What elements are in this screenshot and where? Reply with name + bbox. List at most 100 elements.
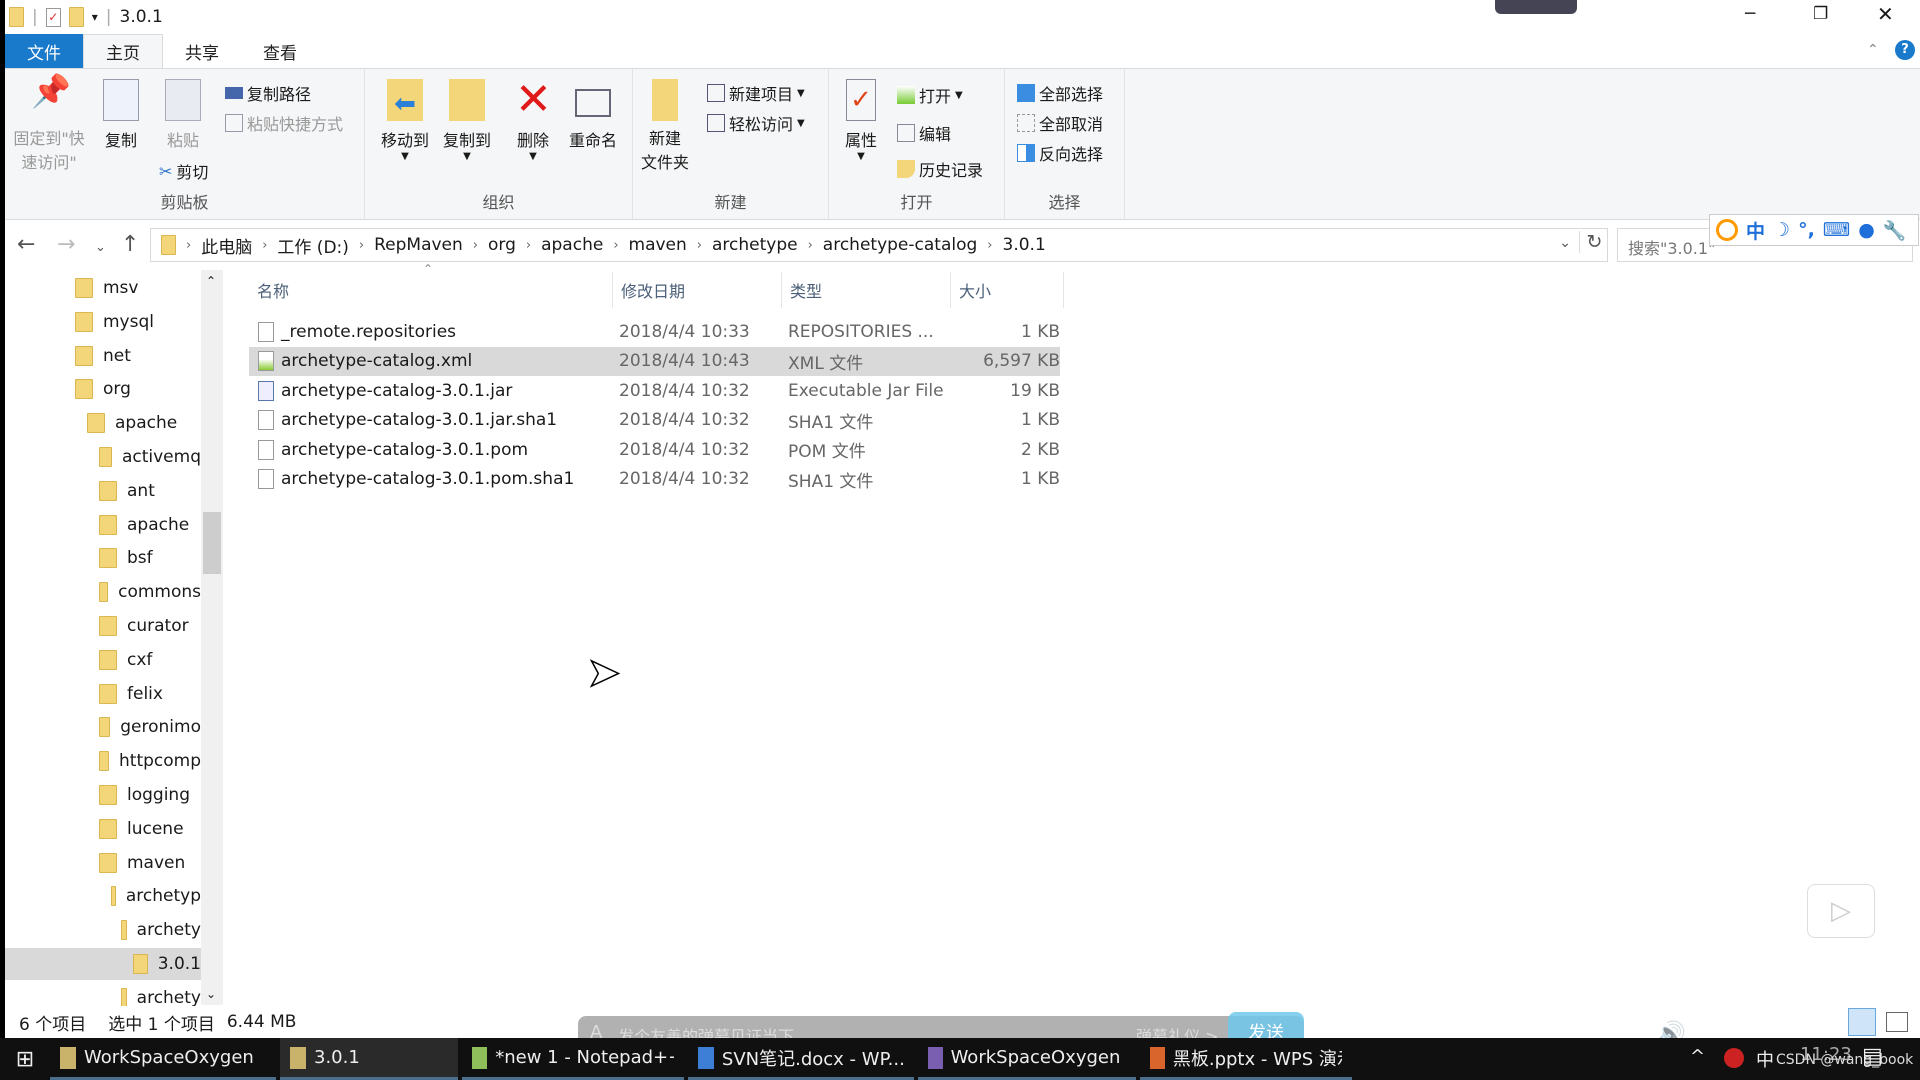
new-item-button[interactable]: 新建项目 ▼ <box>707 81 805 105</box>
keyboard-icon[interactable]: ⌨ <box>1823 219 1850 241</box>
tab-file[interactable]: 文件 <box>5 34 83 68</box>
punctuation-icon[interactable]: °, <box>1798 219 1815 241</box>
select-none-button[interactable]: 全部取消 <box>1017 111 1103 135</box>
copy-button[interactable]: 复制 <box>93 79 149 151</box>
tree-item[interactable]: archetyp <box>5 880 201 912</box>
breadcrumb-separator[interactable]: › <box>613 238 618 253</box>
collapse-ribbon-icon[interactable]: ⌃ <box>1867 42 1879 58</box>
taskbar-item[interactable]: SVN笔记.docx - WP... <box>688 1038 914 1080</box>
new-folder-quick-icon[interactable] <box>68 7 84 27</box>
scrollbar-thumb[interactable] <box>203 512 221 574</box>
close-button[interactable]: ✕ <box>1877 2 1894 26</box>
address-dropdown-icon[interactable]: ⌄ <box>1559 235 1571 251</box>
tree-item[interactable]: httpcomp <box>5 745 201 777</box>
tree-item[interactable]: mysql <box>5 306 201 338</box>
taskbar-item[interactable]: WorkSpaceOxygen <box>50 1038 276 1080</box>
tab-share[interactable]: 共享 <box>163 34 241 68</box>
breadcrumb-item[interactable]: archetype-catalog <box>823 235 978 255</box>
column-header-date[interactable]: 修改日期 <box>613 272 782 308</box>
tree-item[interactable]: msv <box>5 272 201 304</box>
tab-view[interactable]: 查看 <box>241 34 319 68</box>
open-button[interactable]: 打开 ▼ <box>897 83 963 107</box>
scroll-up-icon[interactable]: ⌃ <box>206 274 216 288</box>
breadcrumb-item[interactable]: org <box>488 235 516 255</box>
easy-access-button[interactable]: 轻松访问 ▼ <box>707 111 805 135</box>
tray-ime[interactable]: 中 <box>1756 1046 1774 1072</box>
file-row[interactable]: archetype-catalog-3.0.1.pom 2018/4/4 10:3… <box>249 435 1060 464</box>
notification-icon[interactable]: ▤ <box>1862 1044 1883 1069</box>
tree-item[interactable]: commons <box>5 576 201 608</box>
properties-button[interactable]: ✓ 属性 ▼ <box>833 79 889 162</box>
tree-item[interactable]: bsf <box>5 542 201 574</box>
video-play-button[interactable]: ▷ <box>1807 884 1875 938</box>
breadcrumb-separator[interactable]: › <box>526 238 531 253</box>
refresh-icon[interactable]: ↻ <box>1579 231 1609 253</box>
tree-item[interactable]: 3.0.1 <box>5 948 201 980</box>
tree-item[interactable]: activemq <box>5 441 201 473</box>
up-button[interactable]: ↑ <box>121 232 139 257</box>
breadcrumb-separator[interactable]: › <box>808 238 813 253</box>
new-folder-button[interactable]: 新建 文件夹 <box>637 79 693 175</box>
edit-button[interactable]: 编辑 <box>897 121 951 145</box>
tree-item[interactable]: org <box>5 373 201 405</box>
breadcrumb-item[interactable]: apache <box>541 235 603 255</box>
breadcrumb-separator[interactable]: › <box>262 238 267 253</box>
pin-quick-access-button[interactable]: 📌 固定到"快 速访问" <box>9 75 89 175</box>
customize-quick-access-icon[interactable]: ▾ <box>92 10 98 24</box>
ime-toolbar[interactable]: 中 ☽ °, ⌨ ● 🔧 <box>1709 214 1919 246</box>
breadcrumb-item[interactable]: archetype <box>712 235 798 255</box>
move-to-button[interactable]: ⬅ 移动到 ▼ <box>377 79 433 162</box>
taskbar-item[interactable]: 3.0.1 <box>280 1038 458 1080</box>
breadcrumb-separator[interactable]: › <box>987 238 992 253</box>
tree-item[interactable]: lucene <box>5 813 201 845</box>
tree-item[interactable]: curator <box>5 610 201 642</box>
breadcrumb-item[interactable]: RepMaven <box>374 235 463 255</box>
minimize-button[interactable]: ─ <box>1745 4 1755 24</box>
breadcrumb-item[interactable]: 3.0.1 <box>1003 235 1046 255</box>
cut-button[interactable]: ✂ 剪切 <box>159 159 208 183</box>
taskbar-item[interactable]: WorkSpaceOxygen ... <box>918 1038 1136 1080</box>
file-row[interactable]: archetype-catalog-3.0.1.pom.sha1 2018/4/4… <box>249 465 1060 494</box>
taskbar-item[interactable]: 黑板.pptx - WPS 演示 <box>1140 1038 1352 1080</box>
column-header-type[interactable]: 类型 <box>782 272 951 308</box>
file-row[interactable]: archetype-catalog-3.0.1.jar 2018/4/4 10:3… <box>249 376 1060 405</box>
help-icon[interactable]: ? <box>1895 40 1915 60</box>
scroll-down-icon[interactable]: ⌄ <box>206 987 216 1001</box>
tree-item[interactable]: geronimo <box>5 711 201 743</box>
ime-mode[interactable]: 中 <box>1746 217 1765 244</box>
tree-item[interactable]: ant <box>5 475 201 507</box>
breadcrumb-item[interactable]: 此电脑 <box>201 233 252 258</box>
recent-locations-button[interactable]: ⌄ <box>95 240 106 255</box>
column-header-name[interactable]: 名称 <box>249 272 613 308</box>
properties-quick-icon[interactable]: ✓ <box>45 7 61 27</box>
tree-item[interactable]: apache <box>5 509 201 541</box>
forward-button[interactable]: → <box>57 232 75 257</box>
tree-item[interactable]: apache <box>5 407 201 439</box>
paste-shortcut-button[interactable]: 粘贴快捷方式 <box>225 111 343 135</box>
breadcrumb-separator[interactable]: › <box>359 238 364 253</box>
user-icon[interactable]: ● <box>1858 219 1875 241</box>
tree-item[interactable]: net <box>5 340 201 372</box>
taskbar-item[interactable]: *new 1 - Notepad++ <box>462 1038 684 1080</box>
copy-path-button[interactable]: 复制路径 <box>225 81 311 105</box>
paste-button[interactable]: 粘贴 <box>155 79 211 151</box>
select-all-button[interactable]: 全部选择 <box>1017 81 1103 105</box>
tree-item[interactable]: archety <box>5 914 201 946</box>
file-row[interactable]: archetype-catalog-3.0.1.jar.sha1 2018/4/4… <box>249 406 1060 435</box>
wrench-icon[interactable]: 🔧 <box>1883 219 1907 242</box>
tray-app-icon[interactable] <box>1724 1048 1744 1068</box>
windows-start-icon[interactable]: ⊞ <box>0 1047 50 1072</box>
restore-button[interactable]: ❐ <box>1813 4 1828 24</box>
delete-button[interactable]: ✕ 删除 ▼ <box>505 78 561 163</box>
tree-item[interactable]: cxf <box>5 644 201 676</box>
tree-scrollbar[interactable]: ⌃ ⌄ <box>201 270 223 1005</box>
tree-item[interactable]: maven <box>5 847 201 879</box>
tree-item[interactable]: logging <box>5 779 201 811</box>
history-button[interactable]: 历史记录 <box>897 157 983 181</box>
breadcrumb-item[interactable]: maven <box>629 235 687 255</box>
tree-item[interactable]: felix <box>5 678 201 710</box>
file-row[interactable]: archetype-catalog.xml 2018/4/4 10:43 XML 文… <box>249 346 1060 376</box>
copy-to-button[interactable]: 复制到 ▼ <box>439 79 495 162</box>
column-header-size[interactable]: 大小 <box>951 272 1064 308</box>
tray-expand-icon[interactable]: ^ <box>1690 1046 1705 1067</box>
